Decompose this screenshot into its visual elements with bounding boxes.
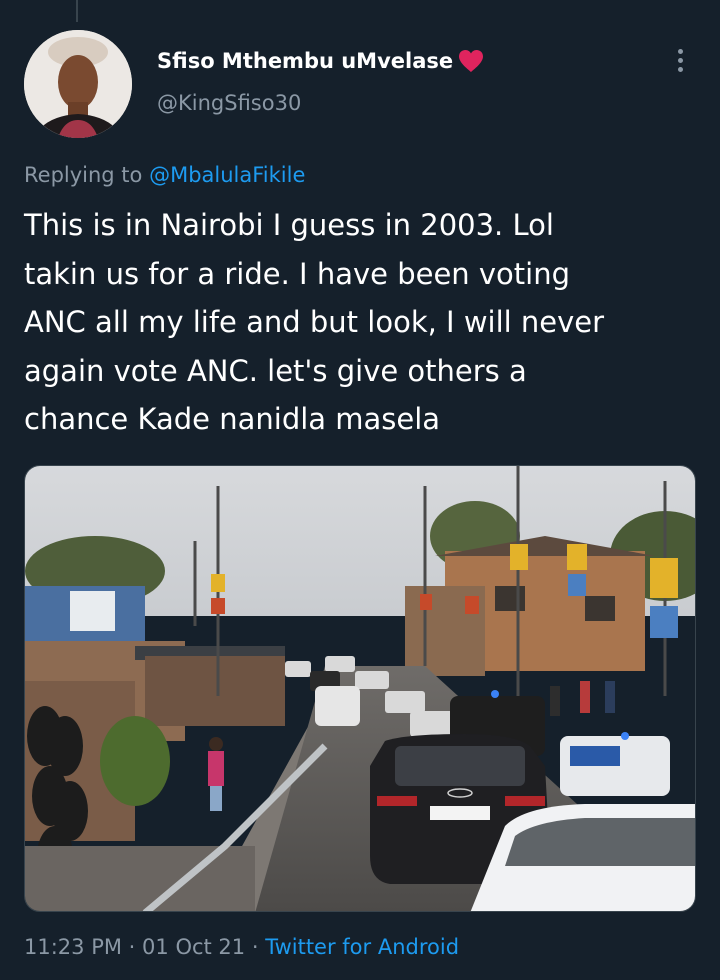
replying-to: Replying to @MbalulaFikile [24, 163, 305, 187]
meta-separator: · [128, 935, 136, 959]
tweet-date[interactable]: 01 Oct 21 [142, 935, 245, 959]
more-dots-icon [677, 57, 683, 63]
author-name[interactable]: Sfiso Mthembu uMvelase [157, 48, 486, 74]
more-options-button[interactable] [664, 44, 696, 76]
avatar[interactable] [24, 30, 132, 138]
author-handle[interactable]: @KingSfiso30 [157, 91, 301, 115]
tweet-media-photo[interactable] [24, 465, 696, 912]
more-dots-icon [677, 48, 683, 54]
street-photo [25, 466, 695, 911]
author-name-text: Sfiso Mthembu uMvelase [157, 49, 454, 73]
avatar-photo [24, 30, 132, 138]
tweet-text: This is in Nairobi I guess in 2003. Lol … [24, 208, 605, 436]
replying-prefix: Replying to [24, 163, 143, 187]
tweet-meta: 11:23 PM · 01 Oct 21 · Twitter for Andro… [24, 935, 459, 959]
reply-mention-link[interactable]: @MbalulaFikile [149, 163, 305, 187]
thread-connector-line [76, 0, 78, 22]
meta-separator: · [251, 935, 259, 959]
red-heart-icon [456, 48, 486, 74]
more-dots-icon [677, 66, 683, 72]
tweet-source-link[interactable]: Twitter for Android [265, 935, 459, 959]
tweet-time[interactable]: 11:23 PM [24, 935, 122, 959]
